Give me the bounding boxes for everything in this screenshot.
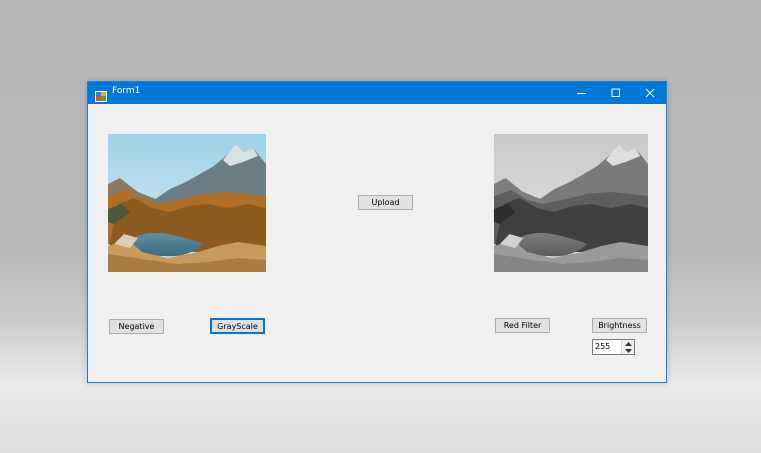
spin-buttons[interactable] bbox=[621, 340, 634, 354]
brightness-button[interactable]: Brightness bbox=[592, 318, 647, 333]
mountain-lake-grayscale-image bbox=[494, 134, 648, 272]
negative-button[interactable]: Negative bbox=[109, 319, 164, 334]
brightness-value[interactable]: 255 bbox=[595, 342, 610, 351]
minimize-icon bbox=[577, 88, 587, 98]
red-filter-button[interactable]: Red Filter bbox=[495, 318, 550, 333]
maximize-icon bbox=[611, 88, 621, 98]
processed-picturebox[interactable] bbox=[494, 134, 648, 272]
maximize-button[interactable] bbox=[599, 82, 633, 104]
brightness-numeric-input[interactable]: 255 bbox=[592, 339, 635, 355]
window-title: Form1 bbox=[112, 86, 141, 96]
close-icon bbox=[645, 88, 655, 98]
spin-down-icon[interactable] bbox=[622, 347, 634, 354]
close-button[interactable] bbox=[633, 82, 667, 104]
mountain-lake-image bbox=[108, 134, 266, 272]
upload-button[interactable]: Upload bbox=[358, 195, 413, 210]
spin-up-icon[interactable] bbox=[622, 340, 634, 347]
form-window: Form1 Upload Negative GrayScale Red Filt… bbox=[87, 81, 667, 383]
minimize-button[interactable] bbox=[565, 82, 599, 104]
original-picturebox[interactable] bbox=[108, 134, 266, 272]
form-app-icon bbox=[95, 87, 107, 102]
grayscale-button[interactable]: GrayScale bbox=[210, 318, 265, 334]
title-bar[interactable]: Form1 bbox=[88, 82, 666, 104]
